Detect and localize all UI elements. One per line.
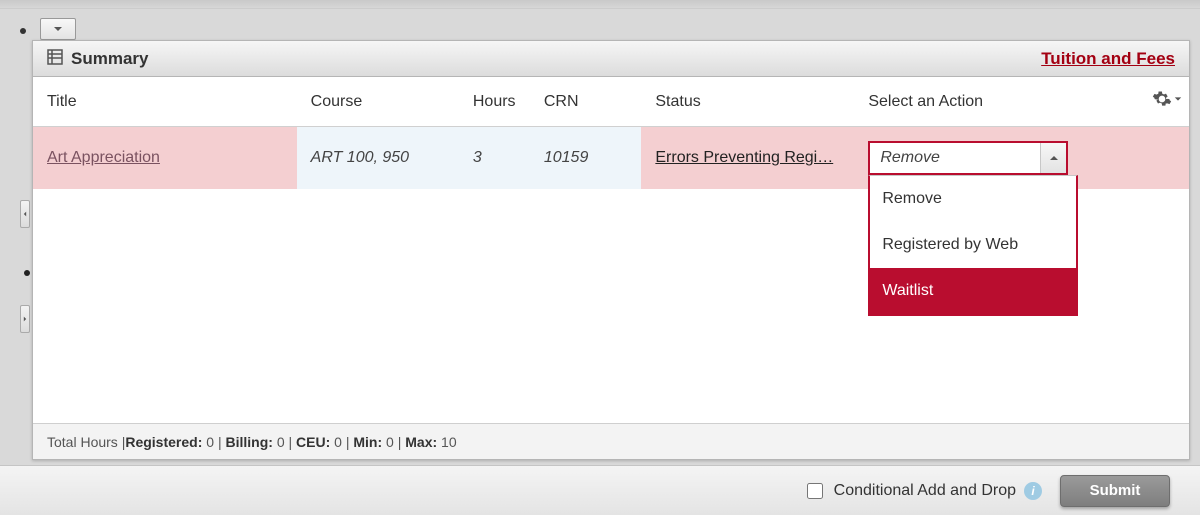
totals-ceu-label: CEU: [296, 434, 330, 450]
panel-indicator-dot [24, 270, 30, 276]
tuition-and-fees-link[interactable]: Tuition and Fees [1041, 49, 1175, 69]
conditional-add-drop[interactable]: Conditional Add and Drop i [803, 480, 1042, 502]
conditional-add-drop-checkbox[interactable] [807, 483, 823, 499]
info-icon[interactable]: i [1024, 482, 1042, 500]
chevron-down-icon [53, 24, 63, 34]
conditional-add-drop-label: Conditional Add and Drop [834, 482, 1016, 500]
totals-billing-label: Billing: [225, 434, 272, 450]
panel-header: Summary Tuition and Fees [33, 41, 1189, 77]
course-hours: 3 [473, 149, 482, 166]
panel-title: Summary [71, 49, 148, 69]
collapse-handle[interactable] [20, 200, 30, 228]
gear-icon [1152, 89, 1172, 109]
action-option-registered-by-web[interactable]: Registered by Web [870, 222, 1076, 268]
status-link[interactable]: Errors Preventing Regi… [655, 149, 833, 166]
summary-table: Title Course Hours CRN Status Select an … [33, 77, 1189, 189]
col-hours[interactable]: Hours [459, 77, 530, 127]
bottom-action-bar: Conditional Add and Drop i Submit [0, 465, 1200, 515]
totals-registered-label: Registered: [125, 434, 202, 450]
table-header-row: Title Course Hours CRN Status Select an … [33, 77, 1189, 127]
col-crn[interactable]: CRN [530, 77, 642, 127]
totals-min: 0 [386, 434, 394, 450]
chevron-left-icon [22, 209, 28, 219]
action-option-waitlist[interactable]: Waitlist [870, 268, 1076, 314]
totals-ceu: 0 [334, 434, 342, 450]
chevron-up-icon [1049, 153, 1059, 163]
totals-registered: 0 [206, 434, 214, 450]
chevron-down-icon [1174, 95, 1182, 103]
table-settings-button[interactable] [1152, 89, 1182, 109]
tab-indicator-dot [20, 28, 26, 34]
totals-max: 10 [441, 434, 457, 450]
summary-panel: Summary Tuition and Fees Title Course Ho… [32, 40, 1190, 460]
col-status[interactable]: Status [641, 77, 854, 127]
course-crn: 10159 [544, 149, 589, 166]
action-dropdown: Remove Registered by Web Waitlist [868, 175, 1078, 316]
totals-max-label: Max: [405, 434, 437, 450]
col-action[interactable]: Select an Action [854, 77, 1138, 127]
col-course[interactable]: Course [297, 77, 459, 127]
totals-billing: 0 [277, 434, 285, 450]
left-gutter [0, 40, 32, 465]
tab-dropdown-button[interactable] [40, 18, 76, 40]
col-title[interactable]: Title [33, 77, 297, 127]
action-select[interactable]: Remove [868, 141, 1068, 175]
window-top-strip [0, 0, 1200, 9]
totals-prefix: Total Hours | [47, 434, 125, 450]
action-selected-value: Remove [880, 149, 940, 167]
action-select-toggle[interactable] [1040, 143, 1066, 173]
totals-bar: Total Hours | Registered: 0 | Billing: 0… [33, 423, 1189, 459]
action-option-remove[interactable]: Remove [870, 176, 1076, 222]
totals-min-label: Min: [353, 434, 382, 450]
table-area: Title Course Hours CRN Status Select an … [33, 77, 1189, 423]
summary-icon [47, 49, 63, 69]
chevron-right-icon [22, 314, 28, 324]
collapse-handle-2[interactable] [20, 305, 30, 333]
course-code: ART 100, 950 [311, 149, 409, 166]
course-title-link[interactable]: Art Appreciation [47, 149, 160, 166]
table-row: Art Appreciation ART 100, 950 3 10159 Er… [33, 127, 1189, 190]
submit-button[interactable]: Submit [1060, 475, 1170, 507]
